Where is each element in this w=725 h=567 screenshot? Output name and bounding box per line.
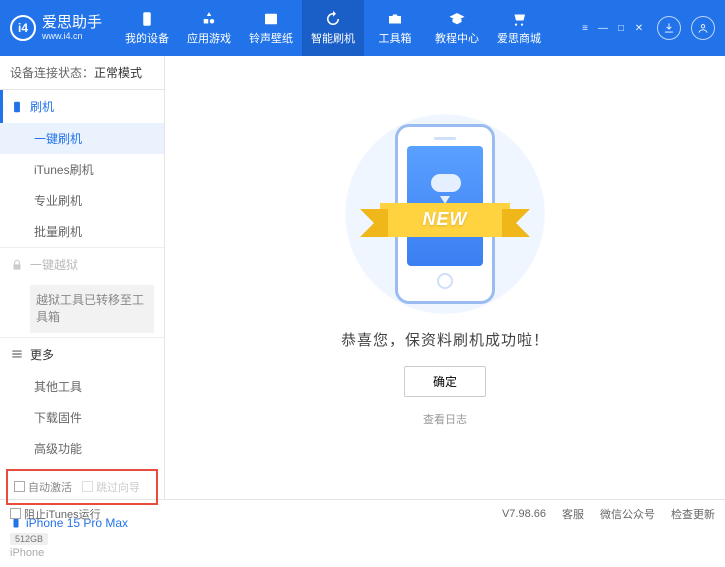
close-icon[interactable]: ✕ — [631, 21, 647, 35]
header-right: ≡ — □ ✕ — [571, 16, 715, 40]
nav-label: 智能刷机 — [311, 30, 355, 46]
checkbox-label: 自动激活 — [28, 479, 72, 495]
group-title: 更多 — [30, 346, 54, 363]
body: 设备连接状态：正常模式 刷机 一键刷机 iTunes刷机 专业刷机 批量刷机 一… — [0, 56, 725, 499]
sidebar-item-pro[interactable]: 专业刷机 — [0, 185, 164, 216]
device-model: iPhone — [10, 547, 154, 559]
graduation-icon — [448, 10, 466, 28]
logo[interactable]: i4 爱思助手 www.i4.cn — [10, 15, 116, 42]
checkbox-label: 跳过向导 — [96, 479, 140, 495]
toolbox-icon — [386, 10, 404, 28]
nav-label: 我的设备 — [125, 30, 169, 46]
user-button[interactable] — [691, 16, 715, 40]
jailbreak-note: 越狱工具已转移至工具箱 — [30, 285, 154, 333]
phone-icon — [138, 10, 156, 28]
checkbox-label: 阻止iTunes运行 — [24, 506, 101, 522]
list-icon — [10, 347, 24, 361]
footer-link-wechat[interactable]: 微信公众号 — [600, 506, 655, 522]
logo-icon: i4 — [10, 15, 36, 41]
storage-badge: 512GB — [10, 533, 48, 545]
view-log-link[interactable]: 查看日志 — [423, 411, 467, 427]
logo-url: www.i4.cn — [42, 31, 102, 41]
sidebar-item-advanced[interactable]: 高级功能 — [0, 433, 164, 464]
footer-link-update[interactable]: 检查更新 — [671, 506, 715, 522]
nav-ringtones[interactable]: 铃声壁纸 — [240, 0, 302, 56]
sidebar-item-tools[interactable]: 其他工具 — [0, 371, 164, 402]
app-header: i4 爱思助手 www.i4.cn 我的设备 应用游戏 铃声壁纸 智能刷机 工具… — [0, 0, 725, 56]
device-status: 设备连接状态：正常模式 — [0, 56, 164, 90]
ok-button[interactable]: 确定 — [404, 366, 486, 397]
group-title: 一键越狱 — [30, 256, 78, 273]
window-controls: ≡ — □ ✕ — [577, 21, 647, 35]
lock-icon — [10, 258, 24, 272]
checkbox-icon — [10, 508, 21, 519]
sidebar: 设备连接状态：正常模式 刷机 一键刷机 iTunes刷机 专业刷机 批量刷机 一… — [0, 56, 165, 499]
nav-smart-flash[interactable]: 智能刷机 — [302, 0, 364, 56]
nav-toolbox[interactable]: 工具箱 — [364, 0, 426, 56]
version-label: V7.98.66 — [502, 508, 546, 520]
nav-store[interactable]: 爱思商城 — [488, 0, 550, 56]
apps-icon — [200, 10, 218, 28]
sidebar-item-firmware[interactable]: 下载固件 — [0, 402, 164, 433]
sidebar-group-jailbreak: 一键越狱 — [0, 248, 164, 281]
main-content: NEW 恭喜您，保资料刷机成功啦！ 确定 查看日志 — [165, 56, 725, 499]
footer-link-support[interactable]: 客服 — [562, 506, 584, 522]
sidebar-item-batch[interactable]: 批量刷机 — [0, 216, 164, 247]
minimize-icon[interactable]: — — [595, 21, 611, 35]
new-ribbon: NEW — [375, 199, 515, 241]
top-nav: 我的设备 应用游戏 铃声壁纸 智能刷机 工具箱 教程中心 爱思商城 — [116, 0, 571, 56]
nav-label: 应用游戏 — [187, 30, 231, 46]
sidebar-item-oneclick[interactable]: 一键刷机 — [0, 123, 164, 154]
nav-apps[interactable]: 应用游戏 — [178, 0, 240, 56]
menu-icon[interactable]: ≡ — [577, 21, 593, 35]
logo-title: 爱思助手 — [42, 15, 102, 32]
options-highlight: 自动激活 跳过向导 — [6, 469, 158, 505]
nav-label: 工具箱 — [379, 30, 412, 46]
cart-icon — [510, 10, 528, 28]
block-itunes-checkbox[interactable]: 阻止iTunes运行 — [10, 506, 101, 522]
image-icon — [262, 10, 280, 28]
nav-label: 铃声壁纸 — [249, 30, 293, 46]
phone-icon — [10, 100, 24, 114]
nav-my-device[interactable]: 我的设备 — [116, 0, 178, 56]
status-label: 设备连接状态： — [10, 66, 94, 80]
checkbox-icon — [14, 481, 25, 492]
sidebar-group-more[interactable]: 更多 — [0, 338, 164, 371]
maximize-icon[interactable]: □ — [613, 21, 629, 35]
refresh-icon — [324, 10, 342, 28]
sidebar-group-flash[interactable]: 刷机 — [0, 90, 164, 123]
nav-label: 教程中心 — [435, 30, 479, 46]
nav-label: 爱思商城 — [497, 30, 541, 46]
auto-activate-checkbox[interactable]: 自动激活 — [14, 479, 72, 495]
skip-guide-checkbox[interactable]: 跳过向导 — [82, 479, 140, 495]
success-message: 恭喜您，保资料刷机成功啦！ — [341, 329, 549, 350]
group-title: 刷机 — [30, 98, 54, 115]
sidebar-item-itunes[interactable]: iTunes刷机 — [0, 154, 164, 185]
checkbox-icon — [82, 481, 93, 492]
success-illustration: NEW — [365, 109, 525, 319]
status-value: 正常模式 — [94, 66, 142, 80]
download-button[interactable] — [657, 16, 681, 40]
nav-tutorials[interactable]: 教程中心 — [426, 0, 488, 56]
